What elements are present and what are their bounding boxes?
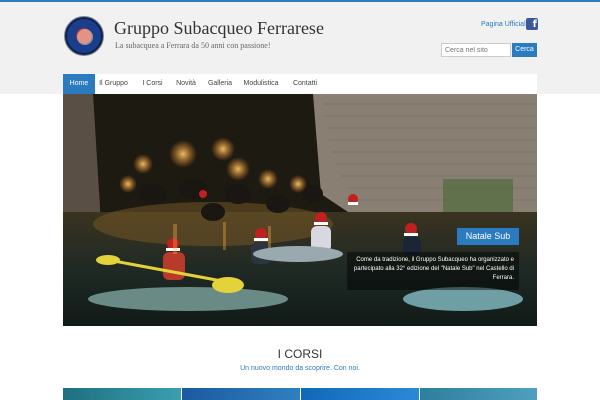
section-subtitle: Un nuovo mondo da scoprire. Con noi. — [240, 365, 360, 372]
search-input[interactable] — [441, 43, 511, 57]
course-thumbnail[interactable] — [420, 388, 537, 400]
nav-item-novita[interactable]: Novità — [172, 74, 200, 94]
hero-slider[interactable]: Natale Sub Come da tradizione, il Gruppo… — [63, 94, 537, 326]
nav-item-home[interactable]: Home — [63, 74, 95, 94]
search-button[interactable]: Cerca — [512, 43, 537, 57]
section-title: I CORSI — [277, 347, 323, 361]
main-navigation: Home Il Gruppo I Corsi Novità Galleria M… — [63, 74, 537, 94]
site-title[interactable]: Gruppo Subacqueo Ferrarese — [114, 18, 324, 39]
nav-item-modulistica[interactable]: Modulistica — [241, 74, 281, 94]
nav-item-galleria[interactable]: Galleria — [205, 74, 235, 94]
course-thumbnail[interactable] — [63, 388, 181, 400]
facebook-icon[interactable]: f — [526, 18, 538, 30]
slide-caption-title[interactable]: Natale Sub — [457, 228, 519, 245]
site-tagline: La subacquea a Ferrara da 50 anni con pa… — [115, 41, 271, 50]
site-logo[interactable] — [64, 16, 104, 56]
nav-item-i-corsi[interactable]: I Corsi — [139, 74, 166, 94]
slider-pagination — [286, 317, 304, 326]
nav-item-contatti[interactable]: Contatti — [288, 74, 322, 94]
course-thumbnail[interactable] — [301, 388, 419, 400]
nav-item-il-gruppo[interactable]: Il Gruppo — [96, 74, 131, 94]
facebook-page-link[interactable]: Pagina Ufficiale — [481, 21, 530, 28]
logo-emblem — [77, 29, 93, 45]
hero-photo — [63, 94, 537, 326]
slide-caption-text: Come da tradizione, il Gruppo Subacqueo … — [347, 252, 519, 290]
course-thumbnails — [63, 388, 537, 400]
course-thumbnail[interactable] — [182, 388, 300, 400]
